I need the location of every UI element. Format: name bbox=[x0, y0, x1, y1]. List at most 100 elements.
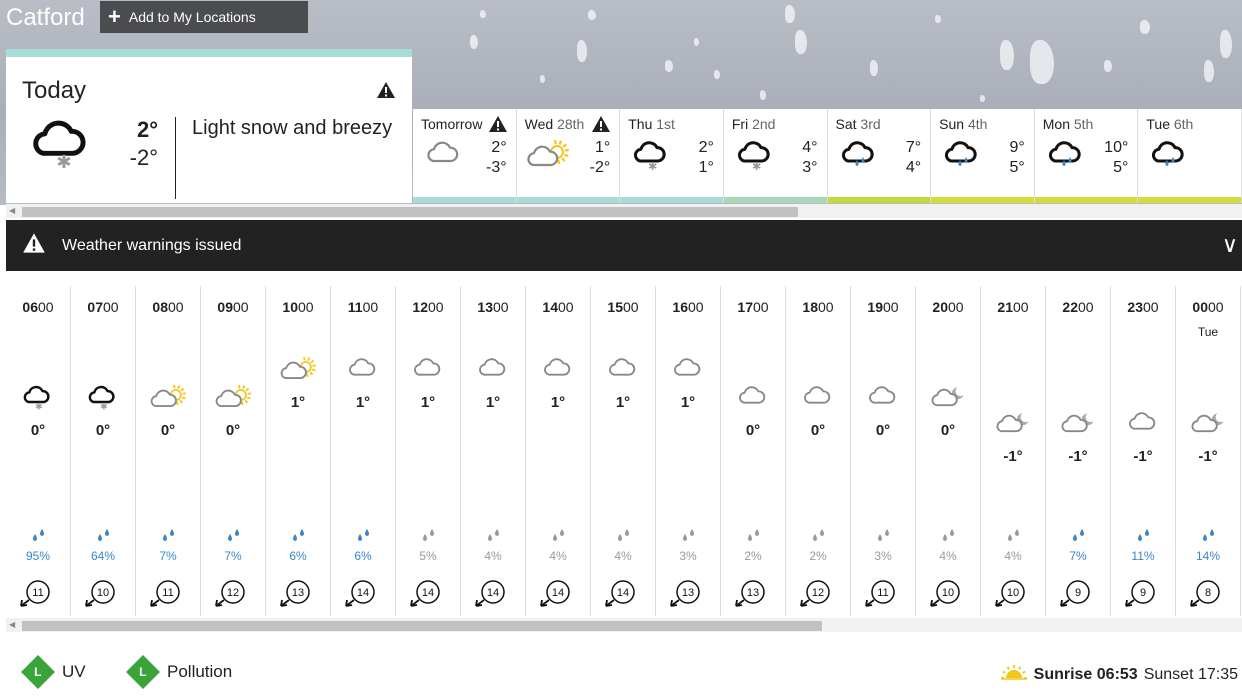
svg-text:8: 8 bbox=[1205, 587, 1211, 599]
hour-column[interactable]: 0900 0° 7% 12 bbox=[201, 286, 266, 616]
chevron-down-icon[interactable]: ∨ bbox=[1222, 232, 1238, 258]
weather-warnings-label: Weather warnings issued bbox=[62, 236, 242, 254]
svg-text:11: 11 bbox=[877, 587, 888, 599]
wind-direction-icon: 14 bbox=[473, 578, 513, 615]
hour-column[interactable]: 2100 -1° 4% 10 bbox=[981, 286, 1046, 616]
hour-column[interactable]: 1600 1° 3% 13 bbox=[656, 286, 721, 616]
days-scrollbar[interactable]: ◀ bbox=[6, 204, 1242, 218]
hour-temperature: 0° bbox=[940, 422, 956, 439]
hour-column[interactable]: 1200 1° 5% 14 bbox=[396, 286, 461, 616]
hour-column[interactable]: 1700 0° 2% 13 bbox=[721, 286, 786, 616]
day-tab-2[interactable]: Thu 1st ✱ 2° 1° bbox=[620, 109, 724, 203]
sunny-intervals-icon bbox=[280, 356, 316, 388]
cloud-icon bbox=[425, 139, 465, 176]
hour-column[interactable]: 2300 -1° 11% 9 bbox=[1111, 286, 1176, 616]
svg-text:12: 12 bbox=[227, 587, 239, 599]
hour-column[interactable]: 0700 ✱ 0° 64% 10 bbox=[71, 286, 136, 616]
day-name: Wed 28th bbox=[524, 116, 585, 132]
svg-text:11: 11 bbox=[162, 587, 173, 599]
rain-probability: 5% bbox=[419, 549, 437, 563]
temperature-band bbox=[516, 197, 620, 203]
day-low: 5° bbox=[1009, 159, 1025, 176]
weather-warnings-bar[interactable]: Weather warnings issued ∨ bbox=[6, 220, 1242, 271]
temperature-band bbox=[931, 197, 1034, 203]
day-tab-4[interactable]: Sat 3rd 7° 4° bbox=[827, 109, 932, 203]
svg-text:12: 12 bbox=[812, 587, 824, 599]
day-tab-6[interactable]: Mon 5th 10° 5° bbox=[1034, 109, 1139, 203]
hour-column[interactable]: 1400 1° 4% 14 bbox=[526, 286, 591, 616]
temperature-band bbox=[827, 197, 931, 203]
hour-time: 1300 bbox=[477, 299, 509, 315]
scroll-left-icon[interactable]: ◀ bbox=[9, 620, 15, 629]
rain-probability: 6% bbox=[289, 549, 307, 563]
svg-text:10: 10 bbox=[97, 587, 109, 599]
hourly-scrollbar[interactable]: ◀ bbox=[6, 618, 1242, 632]
light-snow-icon: ✱ bbox=[87, 384, 120, 415]
hour-temperature: 1° bbox=[615, 394, 631, 411]
sun-times: Sunrise 06:53 Sunset 17:35 bbox=[1000, 664, 1238, 685]
hour-time: 2300 bbox=[1127, 299, 1159, 315]
hour-column[interactable]: 1500 1° 4% 14 bbox=[591, 286, 656, 616]
hour-column[interactable]: 1900 0° 3% 11 bbox=[851, 286, 916, 616]
hour-column[interactable]: 0600 ✱ 0° 95% 11 bbox=[6, 286, 71, 616]
hour-temperature: 0° bbox=[810, 422, 826, 439]
scrollbar-thumb[interactable] bbox=[22, 621, 822, 631]
svg-text:13: 13 bbox=[682, 587, 694, 599]
hour-temperature: 1° bbox=[680, 394, 696, 411]
svg-text:14: 14 bbox=[552, 587, 564, 599]
cloud-icon bbox=[412, 356, 446, 388]
hour-time: 1500 bbox=[607, 299, 639, 315]
uv-indicator[interactable]: L UV bbox=[21, 655, 86, 689]
day-tab-7[interactable]: Tue 6th bbox=[1138, 109, 1242, 203]
day-tab-0[interactable]: Tomorrow 2° -3° bbox=[413, 109, 517, 203]
scroll-left-icon[interactable]: ◀ bbox=[9, 206, 15, 215]
today-card[interactable]: Today ✱ 2° -2° Light snow and breezy bbox=[6, 49, 412, 203]
add-to-my-locations-button[interactable]: + Add to My Locations bbox=[100, 1, 308, 33]
svg-text:✱: ✱ bbox=[100, 402, 108, 412]
rain-probability: 4% bbox=[614, 549, 632, 563]
scrollbar-thumb[interactable] bbox=[22, 207, 798, 217]
temperature-band bbox=[1034, 197, 1138, 203]
hour-column[interactable]: 2000 0° 4% 10 bbox=[916, 286, 981, 616]
svg-text:10: 10 bbox=[942, 587, 954, 599]
pollution-indicator[interactable]: L Pollution bbox=[126, 655, 233, 689]
wind-direction-icon: 11 bbox=[18, 578, 58, 615]
hour-column[interactable]: 0800 0° 7% 11 bbox=[136, 286, 201, 616]
day-name: Fri 2nd bbox=[731, 116, 776, 132]
hour-column[interactable]: 2200 -1° 7% 9 bbox=[1046, 286, 1111, 616]
today-high: 2° bbox=[136, 117, 158, 142]
light-snow-icon: ✱ bbox=[22, 384, 55, 415]
hour-column[interactable]: 1100 1° 6% 14 bbox=[331, 286, 396, 616]
cloud-icon bbox=[867, 384, 901, 416]
rain-drops-icon bbox=[224, 528, 244, 549]
day-high: 9° bbox=[1009, 139, 1025, 156]
svg-text:13: 13 bbox=[747, 587, 759, 599]
rain-drops-icon bbox=[744, 528, 764, 549]
temperature-band bbox=[723, 197, 827, 203]
hour-time: 0900 bbox=[217, 299, 249, 315]
wind-direction-icon: 9 bbox=[1123, 578, 1163, 615]
day-tab-3[interactable]: Fri 2nd ✱ 4° 3° bbox=[723, 109, 828, 203]
day-low: 4° bbox=[905, 159, 922, 176]
hour-column[interactable]: 1300 1° 4% 14 bbox=[461, 286, 526, 616]
rain-probability: 4% bbox=[939, 549, 957, 563]
rain-drops-icon bbox=[549, 528, 569, 549]
day-high: 4° bbox=[802, 139, 818, 156]
rain-probability: 11% bbox=[1131, 549, 1155, 563]
day-tab-1[interactable]: Wed 28th 1° -2° bbox=[516, 109, 621, 203]
sunrise-time: Sunrise 06:53 bbox=[1033, 665, 1138, 683]
svg-text:✱: ✱ bbox=[35, 402, 43, 412]
hour-temperature: 0° bbox=[160, 422, 176, 439]
rain-probability: 64% bbox=[90, 549, 116, 563]
day-high: 2° bbox=[698, 139, 714, 156]
rain-drops-icon bbox=[1199, 528, 1219, 549]
rain-drops-icon bbox=[809, 528, 829, 549]
day-tab-5[interactable]: Sun 4th 9° 5° bbox=[931, 109, 1035, 203]
hour-column[interactable]: 0000 Tue -1° 14% 8 bbox=[1176, 286, 1241, 616]
hour-column[interactable]: 1800 0° 2% 12 bbox=[786, 286, 851, 616]
pollution-label: Pollution bbox=[167, 662, 233, 681]
day-low: 5° bbox=[1113, 159, 1129, 176]
hour-column[interactable]: 1000 1° 6% 13 bbox=[266, 286, 331, 616]
hour-time: 2100 bbox=[997, 299, 1029, 315]
hour-time: 0700 bbox=[87, 299, 119, 315]
